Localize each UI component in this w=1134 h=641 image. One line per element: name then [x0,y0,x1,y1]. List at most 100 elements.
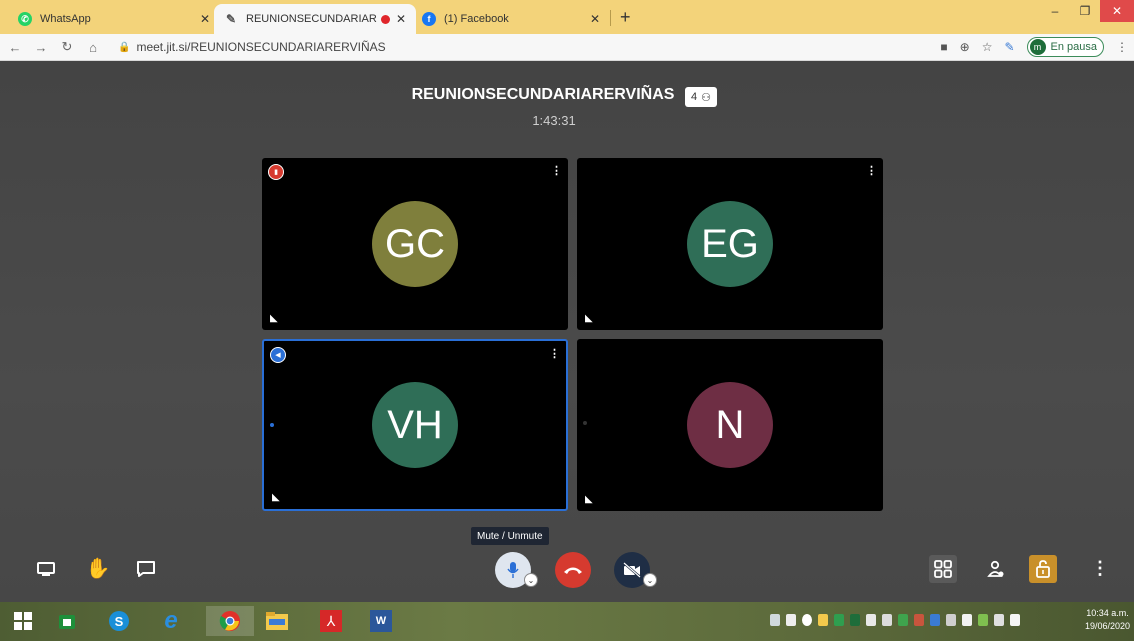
camera-off-icon [623,562,641,578]
grid-icon [934,560,952,578]
participant-avatar: VH [372,382,458,468]
window-close-icon[interactable]: ✕ [1100,0,1134,22]
participant-count: 4 [691,91,698,103]
participant-tile[interactable]: ⋮ EG ◣ [577,158,883,330]
participants-icon: ⚇ [701,91,711,104]
tile-menu-icon[interactable]: ⋮ [866,164,877,177]
flag-icon[interactable] [962,614,972,626]
hangup-icon [564,567,582,574]
extension-icon[interactable]: ✎ [1004,40,1014,54]
chat-icon[interactable] [134,558,158,580]
address-bar: ← → ↻ ⌂ 🔒 meet.jit.si/REUNIONSECUNDARIAR… [0,34,1134,61]
tray-icon[interactable] [946,614,956,626]
screenshare-icon[interactable] [34,559,58,579]
video-settings-caret-icon[interactable]: ⌄ [643,573,657,587]
profile-button[interactable]: m En pausa [1026,37,1104,57]
recording-icon [380,14,390,24]
maximize-icon[interactable]: ❐ [1070,0,1100,22]
audio-settings-caret-icon[interactable]: ⌄ [524,573,538,587]
browser-tabbar: ✆ WhatsApp ✕ ✎ REUNIONSECUNDARIARERVIÑAS… [0,0,1134,34]
audio-level-indicator [583,421,587,425]
tab-facebook[interactable]: f (1) Facebook ✕ [412,4,610,34]
audio-level-indicator [270,423,274,427]
mute-tooltip: Mute / Unmute [471,527,549,545]
participant-avatar: EG [687,201,773,287]
tab-separator [610,10,611,26]
taskbar-clock[interactable]: 10:34 a.m. 19/06/2020 [1085,607,1130,633]
close-icon[interactable]: ✕ [590,12,600,26]
tray-icon[interactable] [818,614,828,626]
tile-menu-icon[interactable]: ⋮ [551,164,562,177]
minimize-icon[interactable]: – [1040,0,1070,22]
raise-hand-icon[interactable]: ✋ [86,556,111,580]
tray-icon[interactable] [834,614,844,626]
camera-off-icon: ◣ [270,313,278,324]
tab-whatsapp[interactable]: ✆ WhatsApp ✕ [8,4,220,34]
tray-icon[interactable] [978,614,988,626]
close-icon[interactable]: ✕ [396,12,406,26]
zoom-icon[interactable]: ⊕ [960,40,970,54]
participant-count-badge[interactable]: 4 ⚇ [685,87,717,107]
participant-avatar: N [687,382,773,468]
tile-view-button[interactable] [929,555,957,583]
window-controls: – ❐ ✕ [1040,0,1134,22]
connection-indicator-icon[interactable]: ◀ [270,347,286,363]
store-icon[interactable] [52,606,82,636]
tray-icon[interactable] [802,614,812,626]
windows-start-icon[interactable] [8,606,38,636]
security-button[interactable] [1029,555,1057,583]
skype-icon[interactable]: S [104,606,134,636]
tray-icon[interactable] [882,614,892,626]
home-icon[interactable]: ⌂ [82,40,104,55]
camera-off-icon: ◣ [272,492,280,503]
tray-icon[interactable] [914,614,924,626]
microphone-icon [507,562,519,578]
camera-off-icon: ◣ [585,494,593,505]
room-title: REUNIONSECUNDARIARERVIÑAS [411,86,675,103]
more-options-icon[interactable]: ⋮ [1090,556,1110,580]
acrobat-icon[interactable]: ⅄ [316,606,346,636]
tab-title: WhatsApp [40,13,91,25]
avatar: m [1029,39,1046,55]
tray-icon[interactable] [898,614,908,626]
forward-icon[interactable]: → [30,40,52,55]
ime-icon[interactable] [1010,614,1020,626]
reload-icon[interactable]: ↻ [56,39,78,55]
file-explorer-icon[interactable] [262,606,292,636]
lock-icon[interactable]: 🔒 [118,42,130,53]
whatsapp-icon: ✆ [18,12,32,26]
system-tray [770,614,1020,626]
tray-icon[interactable] [770,614,780,626]
internet-explorer-icon[interactable]: e [156,606,186,636]
tray-icon[interactable] [866,614,876,626]
volume-icon[interactable] [786,614,796,626]
invite-people-icon[interactable] [984,558,1008,580]
clock-date: 19/06/2020 [1084,621,1130,631]
close-icon[interactable]: ✕ [200,12,210,26]
tray-icon[interactable] [930,614,940,626]
chrome-icon[interactable] [206,606,254,636]
tab-title: (1) Facebook [444,13,509,25]
clock-time: 10:34 a.m. [1086,608,1129,618]
connection-indicator-icon[interactable]: ▮ [268,164,284,180]
tab-jitsi[interactable]: ✎ REUNIONSECUNDARIARERVIÑAS ✕ [214,4,416,34]
url-field[interactable]: meet.jit.si/REUNIONSECUNDARIARERVIÑAS [136,40,385,54]
tile-menu-icon[interactable]: ⋮ [549,347,560,360]
browser-menu-icon[interactable]: ⋮ [1116,40,1128,54]
meeting-area: REUNIONSECUNDARIARERVIÑAS 4 ⚇ 1:43:31 ▮ … [0,61,1134,602]
network-icon[interactable] [994,614,1004,626]
new-tab-button[interactable]: + [620,7,631,28]
back-icon[interactable]: ← [4,40,26,55]
participant-avatar: GC [372,201,458,287]
hangup-button[interactable] [555,552,591,588]
bookmark-star-icon[interactable]: ☆ [982,40,993,54]
tray-icon[interactable] [850,614,860,626]
jitsi-icon: ✎ [225,12,237,26]
camera-off-icon: ◣ [585,313,593,324]
participant-tile[interactable]: N ◣ [577,339,883,511]
camera-icon[interactable]: ■ [940,40,947,54]
participant-tile[interactable]: ▮ ⋮ GC ◣ [262,158,568,330]
participant-tile-active[interactable]: ◀ ⋮ VH ◣ [262,339,568,511]
meeting-timer: 1:43:31 [532,113,576,128]
word-icon[interactable]: W [366,606,396,636]
